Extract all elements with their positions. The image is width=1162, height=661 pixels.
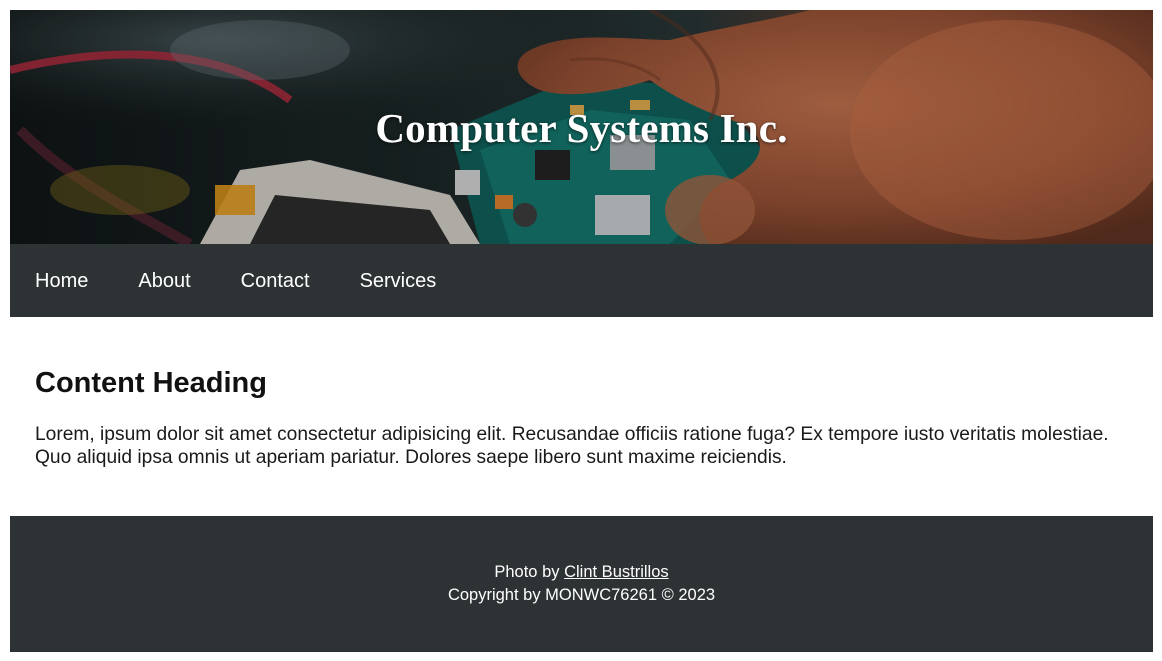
nav-link-contact[interactable]: Contact xyxy=(241,269,310,293)
page: Computer Systems Inc. Home About Contact… xyxy=(10,10,1153,652)
site-title: Computer Systems Inc. xyxy=(375,105,788,151)
hero-banner: Computer Systems Inc. xyxy=(10,10,1153,244)
nav-link-home[interactable]: Home xyxy=(35,269,88,293)
site-footer: Photo by Clint Bustrillos Copyright by M… xyxy=(10,516,1153,652)
photo-credit-line: Photo by Clint Bustrillos xyxy=(10,561,1153,584)
content-paragraph: Lorem, ipsum dolor sit amet consectetur … xyxy=(35,424,1109,468)
photo-credit-prefix: Photo by xyxy=(494,563,560,581)
content-heading: Content Heading xyxy=(35,367,267,399)
nav-link-about[interactable]: About xyxy=(138,269,190,293)
copyright-text: Copyright by MONWC76261 © 2023 xyxy=(447,586,716,604)
photo-credit-link[interactable]: Clint Bustrillos xyxy=(564,563,669,581)
main-content: Content Heading Lorem, ipsum dolor sit a… xyxy=(10,317,1153,516)
nav-link-services[interactable]: Services xyxy=(360,269,437,293)
main-navigation: Home About Contact Services xyxy=(10,244,1153,317)
